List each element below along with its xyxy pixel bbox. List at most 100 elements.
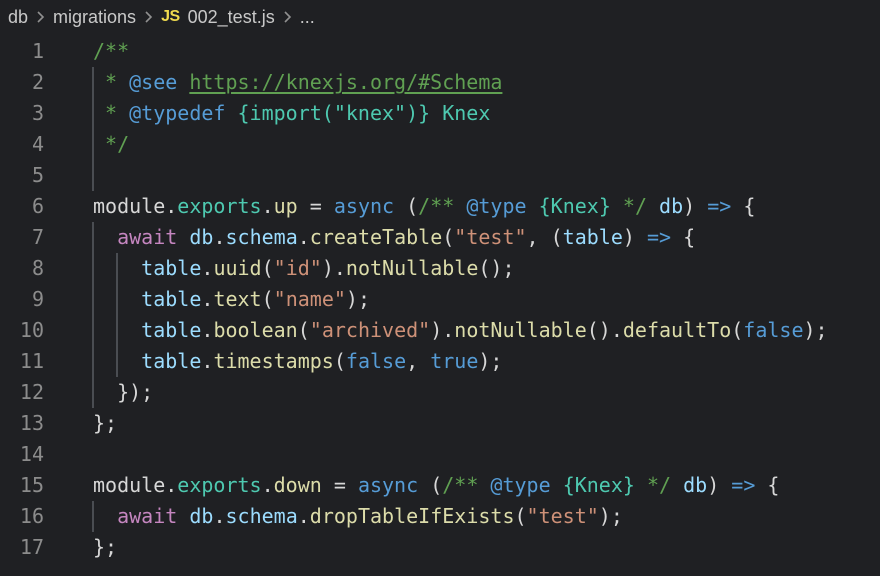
code-line[interactable]: 16 await db.schema.dropTableIfExists("te… <box>0 501 880 532</box>
code-token: "test" <box>527 504 599 528</box>
code-token: up <box>274 194 298 218</box>
code-token: , ( <box>527 225 563 249</box>
breadcrumb-label: db <box>8 7 28 28</box>
line-number[interactable]: 12 <box>0 377 44 408</box>
code-line[interactable]: 17}; <box>0 532 880 563</box>
code-token: { <box>671 225 695 249</box>
code-line-content[interactable]: */ <box>44 129 880 160</box>
line-number[interactable]: 10 <box>0 315 44 346</box>
code-line[interactable]: 5 <box>0 160 880 191</box>
line-number[interactable]: 11 <box>0 346 44 377</box>
code-token: /** <box>418 194 466 218</box>
line-number[interactable]: 3 <box>0 98 44 129</box>
breadcrumb-item-002-test-js[interactable]: JS002_test.js <box>161 7 275 28</box>
code-token <box>93 504 117 528</box>
code-line[interactable]: 14 <box>0 439 880 470</box>
code-token: { <box>731 194 755 218</box>
code-line[interactable]: 11 table.timestamps(false, true); <box>0 346 880 377</box>
indent-guide <box>116 315 118 346</box>
code-token: uuid <box>213 256 261 280</box>
code-link[interactable]: https://knexjs.org/#Schema <box>189 70 502 94</box>
code-line-content[interactable]: module.exports.up = async (/** @type {Kn… <box>44 191 880 222</box>
code-line[interactable]: 7 await db.schema.createTable("test", (t… <box>0 222 880 253</box>
code-token: ); <box>478 349 502 373</box>
code-token: ) <box>707 473 731 497</box>
line-number[interactable]: 6 <box>0 191 44 222</box>
code-token <box>225 101 237 125</box>
breadcrumb-item-migrations[interactable]: migrations <box>53 7 136 28</box>
code-token: ); <box>346 287 370 311</box>
code-token: dropTableIfExists <box>310 504 515 528</box>
line-number[interactable]: 13 <box>0 408 44 439</box>
code-token <box>177 504 189 528</box>
editor[interactable]: 1/**2 * @see https://knexjs.org/#Schema3… <box>0 34 880 563</box>
indent-guide <box>92 222 94 253</box>
code-line[interactable]: 3 * @typedef {import("knex")} Knex <box>0 98 880 129</box>
line-number[interactable]: 5 <box>0 160 44 191</box>
code-token: */ <box>635 473 671 497</box>
chevron-right-icon <box>283 10 292 24</box>
code-line-content[interactable]: * @see https://knexjs.org/#Schema <box>44 67 880 98</box>
breadcrumb-label: migrations <box>53 7 136 28</box>
code-token: table <box>141 256 201 280</box>
line-number[interactable]: 14 <box>0 439 44 470</box>
line-number[interactable]: 8 <box>0 253 44 284</box>
code-line-content[interactable] <box>44 160 880 191</box>
code-token: @type <box>466 194 526 218</box>
code-line-content[interactable]: table.timestamps(false, true); <box>44 346 880 377</box>
code-token <box>177 225 189 249</box>
line-number[interactable]: 16 <box>0 501 44 532</box>
code-token: * <box>93 101 129 125</box>
code-token: createTable <box>310 225 442 249</box>
code-line-content[interactable]: await db.schema.dropTableIfExists("test"… <box>44 501 880 532</box>
line-number[interactable]: 15 <box>0 470 44 501</box>
code-line[interactable]: 1/** <box>0 36 880 67</box>
line-number[interactable]: 4 <box>0 129 44 160</box>
code-token: . <box>201 318 213 342</box>
code-token: ( <box>418 473 442 497</box>
code-line[interactable]: 8 table.uuid("id").notNullable(); <box>0 253 880 284</box>
line-number[interactable]: 2 <box>0 67 44 98</box>
code-line-content[interactable]: table.boolean("archived").notNullable().… <box>44 315 880 346</box>
code-token: await <box>117 225 177 249</box>
indent-guide <box>92 67 94 98</box>
code-line[interactable]: 12 }); <box>0 377 880 408</box>
code-line-content[interactable]: * @typedef {import("knex")} Knex <box>44 98 880 129</box>
code-token: db <box>189 225 213 249</box>
breadcrumb-item--[interactable]: ... <box>300 7 315 28</box>
code-token: . <box>213 504 225 528</box>
code-token: . <box>262 194 274 218</box>
code-token: }); <box>93 380 153 404</box>
code-line-content[interactable]: table.text("name"); <box>44 284 880 315</box>
breadcrumb-item-db[interactable]: db <box>8 7 28 28</box>
indent-guide <box>92 315 94 346</box>
code-line-content[interactable]: table.uuid("id").notNullable(); <box>44 253 880 284</box>
code-line[interactable]: 9 table.text("name"); <box>0 284 880 315</box>
code-token: ( <box>334 349 346 373</box>
code-token: => <box>731 473 755 497</box>
code-line[interactable]: 6module.exports.up = async (/** @type {K… <box>0 191 880 222</box>
code-line-content[interactable] <box>44 439 880 470</box>
code-line-content[interactable]: }; <box>44 532 880 563</box>
chevron-right-icon <box>36 10 45 24</box>
line-number[interactable]: 1 <box>0 36 44 67</box>
code-line-content[interactable]: await db.schema.createTable("test", (tab… <box>44 222 880 253</box>
code-line-content[interactable]: module.exports.down = async (/** @type {… <box>44 470 880 501</box>
code-token: . <box>298 504 310 528</box>
code-line-content[interactable]: }; <box>44 408 880 439</box>
code-line-content[interactable]: /** <box>44 36 880 67</box>
indent-guide <box>92 160 94 191</box>
code-token: ). <box>430 318 454 342</box>
code-line-content[interactable]: }); <box>44 377 880 408</box>
line-number[interactable]: 7 <box>0 222 44 253</box>
code-line[interactable]: 15module.exports.down = async (/** @type… <box>0 470 880 501</box>
line-number[interactable]: 17 <box>0 532 44 563</box>
code-line[interactable]: 10 table.boolean("archived").notNullable… <box>0 315 880 346</box>
code-token: true <box>430 349 478 373</box>
code-line[interactable]: 4 */ <box>0 129 880 160</box>
code-line[interactable]: 13}; <box>0 408 880 439</box>
line-number[interactable]: 9 <box>0 284 44 315</box>
code-line[interactable]: 2 * @see https://knexjs.org/#Schema <box>0 67 880 98</box>
code-token: "archived" <box>310 318 430 342</box>
code-token: module <box>93 194 165 218</box>
